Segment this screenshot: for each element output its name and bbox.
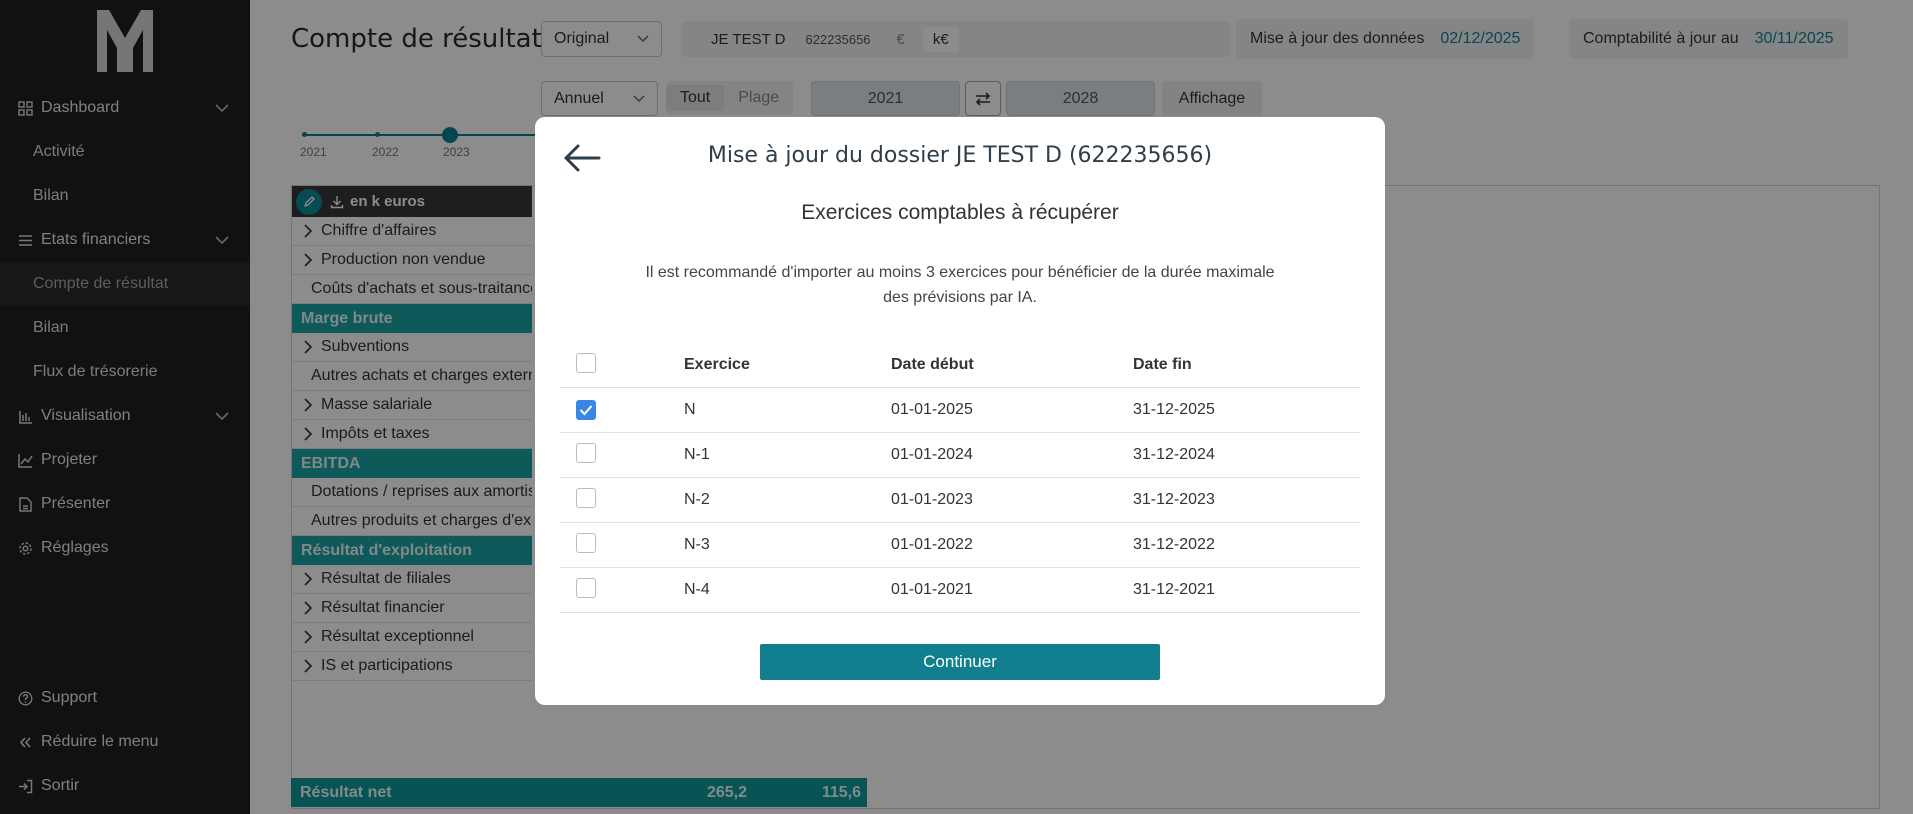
exercise-start-date: 01-01-2024 [891, 446, 973, 463]
exercise-table: Exercice Date début Date fin N 01-01-2025… [560, 343, 1360, 613]
exercise-end-date: 31-12-2023 [1133, 491, 1215, 508]
exercise-label: N-2 [684, 491, 710, 508]
exercise-row[interactable]: N 01-01-2025 31-12-2025 [560, 388, 1360, 433]
modal-subtitle: Exercices comptables à récupérer [801, 201, 1119, 224]
exercise-end-date: 31-12-2024 [1133, 446, 1215, 463]
exercise-row[interactable]: N-3 01-01-2022 31-12-2022 [560, 523, 1360, 568]
exercise-rows: N 01-01-2025 31-12-2025 N-1 01-01-2024 31-12-… [560, 388, 1360, 613]
update-dossier-modal: Mise à jour du dossier JE TEST D (622235… [535, 117, 1385, 705]
exercise-table-header: Exercice Date début Date fin [560, 343, 1360, 388]
exercise-start-date: 01-01-2021 [891, 581, 973, 598]
exercise-end-date: 31-12-2022 [1133, 536, 1215, 553]
column-header: Date début [891, 356, 974, 373]
exercise-checkbox[interactable] [576, 577, 596, 598]
exercise-checkbox[interactable] [576, 399, 596, 420]
exercise-start-date: 01-01-2022 [891, 536, 973, 553]
continue-button[interactable]: Continuer [760, 644, 1160, 680]
modal-backdrop[interactable]: Mise à jour du dossier JE TEST D (622235… [0, 0, 1913, 814]
modal-description: Il est recommandé d'importer au moins 3 … [645, 264, 1275, 306]
exercise-checkbox[interactable] [576, 442, 596, 463]
exercise-row[interactable]: N-2 01-01-2023 31-12-2023 [560, 478, 1360, 523]
exercise-row[interactable]: N-1 01-01-2024 31-12-2024 [560, 433, 1360, 478]
exercise-checkbox[interactable] [576, 532, 596, 553]
exercise-start-date: 01-01-2025 [891, 401, 973, 418]
exercise-end-date: 31-12-2021 [1133, 581, 1215, 598]
exercise-checkbox[interactable] [576, 487, 596, 508]
exercise-row[interactable]: N-4 01-01-2021 31-12-2021 [560, 568, 1360, 613]
exercise-label: N-1 [684, 446, 710, 463]
modal-title: Mise à jour du dossier JE TEST D (622235… [707, 143, 1213, 168]
column-header: Date fin [1133, 356, 1192, 373]
exercise-label: N-3 [684, 536, 710, 553]
check-icon [579, 404, 593, 415]
exercise-end-date: 31-12-2025 [1133, 401, 1215, 418]
select-all-checkbox[interactable] [576, 352, 596, 373]
exercise-label: N-4 [684, 581, 710, 598]
exercise-label: N [684, 401, 696, 418]
column-header: Exercice [684, 356, 750, 373]
exercise-start-date: 01-01-2023 [891, 491, 973, 508]
